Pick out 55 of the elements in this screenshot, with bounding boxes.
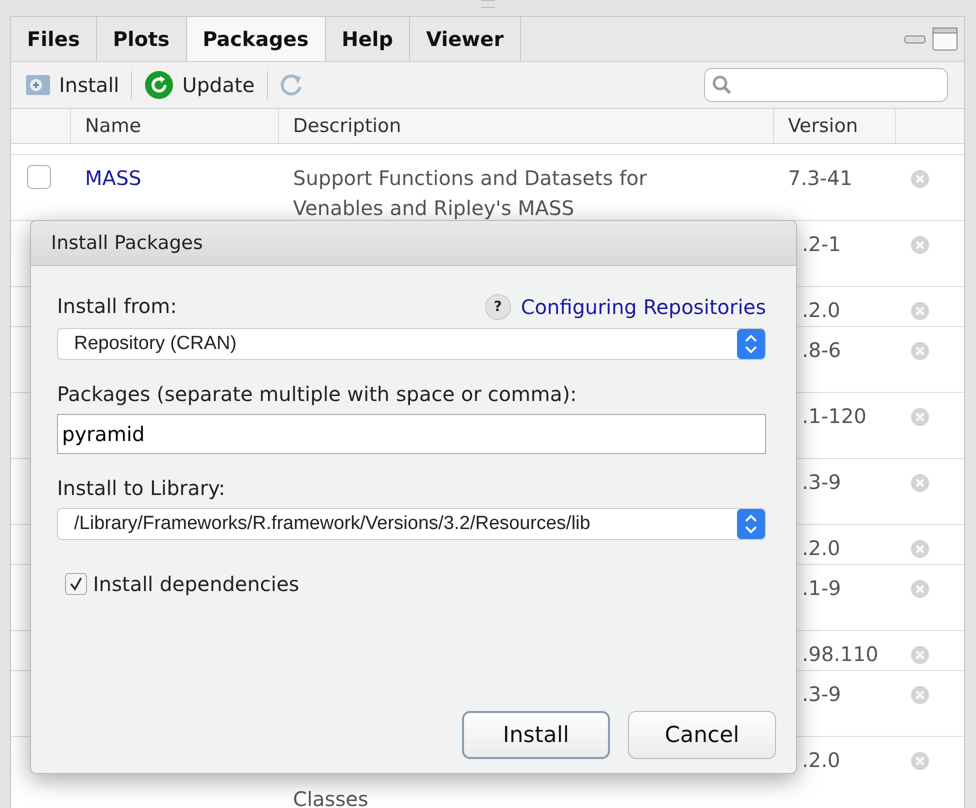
package-version: .8-6 [802, 338, 842, 362]
minimize-icon[interactable] [904, 34, 926, 44]
package-version: .2.0 [802, 298, 840, 322]
search-icon [711, 74, 733, 96]
remove-icon[interactable] [910, 539, 930, 559]
remove-icon[interactable] [910, 645, 930, 665]
resize-grip[interactable] [481, 0, 495, 8]
checkbox-label: Install dependencies [93, 572, 300, 596]
library-dropdown[interactable]: /Library/Frameworks/R.framework/Versions/3.2/Resources/lib [57, 508, 766, 540]
remove-icon[interactable] [910, 579, 930, 599]
remove-icon[interactable] [910, 685, 930, 705]
cancel-button[interactable]: Cancel [628, 711, 776, 759]
tab[interactable]: Packages [186, 17, 326, 61]
dropdown-arrows-icon [737, 509, 765, 539]
refresh-icon [144, 70, 174, 100]
column-header[interactable]: Name [71, 109, 279, 143]
package-version: .1-9 [802, 576, 842, 600]
remove-icon[interactable] [910, 407, 930, 427]
package-description: Support Functions and Datasets for Venables and Ripley's MASS [293, 166, 647, 220]
field-label: Install to Library: [57, 476, 226, 500]
remove-icon[interactable] [910, 301, 930, 321]
update-button[interactable]: Update [140, 68, 259, 102]
help-link[interactable]: Configuring Repositories [520, 295, 766, 319]
maximize-icon[interactable] [932, 27, 958, 51]
remove-icon[interactable] [910, 473, 930, 493]
remove-icon[interactable] [910, 169, 930, 189]
check-icon [68, 576, 84, 592]
package-description: Classes [293, 786, 368, 808]
package-version: .2.0 [802, 748, 840, 772]
column-header[interactable]: Version [774, 109, 896, 143]
packages-input[interactable]: pyramid [57, 414, 766, 454]
package-version: .3-9 [802, 470, 842, 494]
repository-dropdown[interactable]: Repository (CRAN) [57, 328, 766, 360]
package-version: 7.3-41 [788, 166, 852, 190]
help-button[interactable]: ? [484, 294, 511, 320]
checkbox[interactable] [27, 165, 51, 189]
field-label: Packages (separate multiple with space or comma): [57, 382, 577, 406]
dialog-title: Install Packages [31, 221, 796, 266]
package-version: .98.110 [802, 642, 878, 666]
install-button[interactable]: Install [462, 711, 610, 759]
search-field[interactable] [704, 68, 948, 102]
remove-icon[interactable] [910, 341, 930, 361]
install-button[interactable]: Install [21, 71, 124, 99]
remove-icon[interactable] [910, 751, 930, 771]
field-label: Install from: [57, 294, 177, 318]
package-version: .1-120 [802, 404, 866, 428]
package-version: .2-1 [802, 232, 842, 256]
checkbox[interactable] [65, 573, 87, 595]
package-icon [25, 73, 51, 97]
package-version: .2.0 [802, 536, 840, 560]
package-link[interactable]: MASS [85, 166, 142, 190]
dropdown-arrows-icon [737, 329, 765, 359]
column-header[interactable]: Description [279, 109, 774, 143]
remove-icon[interactable] [910, 235, 930, 255]
package-version: .3-9 [802, 682, 842, 706]
